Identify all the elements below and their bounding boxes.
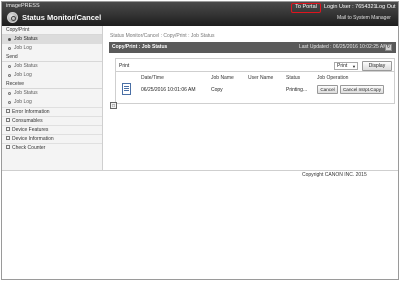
cell-date-time: 06/25/2016 10:01:06 AM [141, 87, 196, 93]
app-header: imagePRESS Status Monitor/Cancel To Port… [2, 2, 398, 26]
table-row: 06/25/2016 10:01:06 AM Copy Printing... … [116, 83, 394, 98]
login-user-label: Login User : 7654321 [324, 4, 377, 10]
job-list-label: Print [119, 63, 130, 69]
chevron-down-icon: ▼ [352, 64, 356, 69]
last-updated-label: Last Updated : 06/25/2016 10:02:25 AM [299, 44, 388, 50]
expand-icon [6, 117, 10, 122]
page-title: Status Monitor/Cancel [22, 13, 102, 22]
bullet-icon [8, 47, 11, 50]
cell-status: Printing... [286, 87, 308, 93]
sidebar-item-receive-job-status[interactable]: Job Status [2, 89, 102, 98]
expand-icon [6, 108, 10, 113]
job-list-header: Print Print ▼ Display [116, 59, 394, 72]
sidebar-item-label: Job Log [14, 99, 32, 105]
job-table-header: Date/Time Job Name User Name Status Job … [116, 73, 394, 82]
copyright-label: Copyright CANON INC. 2015 [302, 172, 367, 178]
sidebar-link-label: Error Information [12, 109, 50, 115]
cell-job-name: Copy [211, 87, 223, 93]
divider [2, 170, 398, 171]
bullet-icon [8, 101, 11, 104]
sidebar-item-send-job-status[interactable]: Job Status [2, 62, 102, 71]
to-portal-link[interactable]: To Portal [291, 3, 321, 13]
column-header-date-time: Date/Time [141, 75, 164, 81]
brand-label: imagePRESS [6, 3, 40, 9]
sidebar-link-device-features[interactable]: Device Features [2, 125, 102, 134]
expand-icon [6, 126, 10, 131]
display-button[interactable]: Display [362, 61, 392, 71]
bullet-icon [8, 74, 11, 77]
sidebar-item-label: Job Status [14, 90, 38, 96]
sidebar-item-copy-print-job-log[interactable]: Job Log [2, 44, 102, 53]
sidebar-link-device-information[interactable]: Device Information [2, 134, 102, 143]
job-list: Print Print ▼ Display Date/Time Job Name… [115, 58, 395, 104]
document-icon [122, 83, 131, 95]
sidebar-item-label: Job Log [14, 45, 32, 51]
print-page-icon[interactable]: □ [110, 102, 117, 109]
job-type-select[interactable]: Print ▼ [334, 62, 358, 70]
sidebar-item-copy-print-job-status[interactable]: Job Status [2, 35, 102, 44]
sidebar-item-send-job-log[interactable]: Job Log [2, 71, 102, 80]
cancel-interrupt-copy-button[interactable]: Cancel Intrpt.Copy [340, 85, 384, 94]
sidebar-item-receive-job-log[interactable]: Job Log [2, 98, 102, 107]
bullet-icon [8, 65, 11, 68]
job-type-select-value: Print [337, 63, 348, 69]
sidebar-link-label: Device Features [12, 127, 49, 133]
sidebar-link-error-information[interactable]: Error Information [2, 107, 102, 116]
sidebar-link-label: Check Counter [12, 145, 46, 151]
mail-to-system-manager-link[interactable]: Mail to System Manager [337, 15, 391, 21]
breadcrumb: Status Monitor/Cancel : Copy/Print : Job… [110, 33, 215, 39]
refresh-icon[interactable]: ↻ [385, 44, 392, 51]
sidebar-group-send: Send [2, 53, 102, 62]
browser-frame: imagePRESS Status Monitor/Cancel To Port… [1, 1, 399, 280]
logout-link[interactable]: Log Out [376, 4, 396, 10]
sidebar-group-copy-print: Copy/Print [2, 26, 102, 35]
sidebar-item-label: Job Status [14, 36, 38, 42]
cancel-button[interactable]: Cancel [317, 85, 338, 94]
sidebar: Copy/Print Job Status Job Log Send Job S… [2, 26, 103, 170]
job-status-panel-header: Copy/Print : Job Status Last Updated : 0… [109, 42, 396, 53]
bullet-icon [8, 92, 11, 95]
column-header-user-name: User Name [248, 75, 274, 81]
sidebar-item-label: Job Status [14, 63, 38, 69]
column-header-job-name: Job Name [211, 75, 234, 81]
sidebar-item-label: Job Log [14, 72, 32, 78]
column-header-status: Status [286, 75, 301, 81]
sidebar-link-consumables[interactable]: Consumables [2, 116, 102, 125]
panel-title: Copy/Print : Job Status [112, 44, 168, 50]
expand-icon [6, 144, 10, 149]
sidebar-group-receive: Receive [2, 80, 102, 89]
expand-icon [6, 135, 10, 140]
status-monitor-icon [7, 12, 18, 23]
column-header-job-operation: Job Operation [317, 75, 349, 81]
sidebar-link-label: Consumables [12, 118, 43, 124]
bullet-icon [8, 38, 11, 41]
sidebar-link-label: Device Information [12, 136, 54, 142]
sidebar-link-check-counter[interactable]: Check Counter [2, 143, 102, 152]
